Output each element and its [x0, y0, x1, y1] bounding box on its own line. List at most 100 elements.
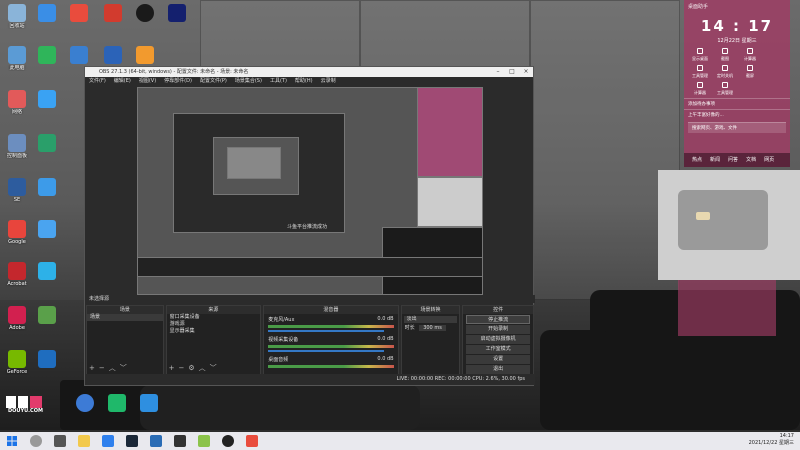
duration-input[interactable]: 300 ms	[419, 325, 446, 331]
desktop-icon[interactable]	[32, 220, 62, 238]
stop-streaming-button[interactable]: 停止推流	[466, 315, 530, 324]
task-view-icon[interactable]	[54, 435, 66, 447]
close-icon[interactable]: ×	[519, 67, 533, 77]
desktop-icon[interactable]: Google	[2, 220, 32, 245]
desktop-assistant-panel[interactable]: 桌面助手 14 : 17 12月22日 星期三 显示桌面 截图 计算器 工具管理…	[684, 0, 790, 153]
app-icon	[140, 394, 158, 412]
sources-dock[interactable]: 来源 窗口采集设备 游戏源 显示器采集 +−⚙︿﹀	[165, 305, 262, 375]
todo-line[interactable]: 添加待办事项	[684, 98, 790, 109]
scene-item[interactable]: 场景	[87, 314, 163, 321]
desktop-icon[interactable]	[98, 46, 128, 64]
menu-tools[interactable]: 工具(T)	[270, 77, 287, 86]
source-item[interactable]: 窗口采集设备	[167, 314, 261, 321]
desktop-icon[interactable]	[32, 90, 62, 108]
news-tab[interactable]: 新闻	[710, 156, 720, 164]
desktop-icon[interactable]	[32, 262, 62, 280]
tool-item[interactable]: 定时关机	[713, 65, 737, 79]
desktop-icon[interactable]	[32, 134, 62, 152]
tool-item[interactable]: 截图	[713, 48, 737, 62]
desktop-icon[interactable]	[70, 394, 100, 412]
tool-item[interactable]: 工具管理	[713, 82, 737, 96]
menu-docks[interactable]: 停靠部件(D)	[164, 77, 192, 86]
tool-item[interactable]: 计算器	[688, 82, 712, 96]
todo-item[interactable]: 上午丰富好像的...	[684, 109, 790, 120]
file-explorer-icon[interactable]	[78, 435, 90, 447]
tool-item[interactable]: 显示桌面	[688, 48, 712, 62]
controls-dock[interactable]: 控件 停止推流 开始录制 启动虚拟摄像机 工作室模式 设置 退出	[462, 305, 534, 375]
settings-button[interactable]: 设置	[466, 355, 530, 364]
desktop-icon[interactable]	[130, 46, 160, 64]
source-item[interactable]: 显示器采集	[167, 328, 261, 335]
desktop-icon[interactable]	[102, 394, 132, 412]
tool-item[interactable]: 工具管理	[688, 65, 712, 79]
desktop-icon[interactable]: GeForce	[2, 350, 32, 375]
desktop-icon[interactable]: Adobe	[2, 306, 32, 331]
exit-button[interactable]: 退出	[466, 365, 530, 374]
duration-row[interactable]: 时长 300 ms	[402, 325, 460, 332]
start-recording-button[interactable]: 开始录制	[466, 325, 530, 334]
desktop-icon[interactable]	[98, 4, 128, 22]
app-icon	[38, 90, 56, 108]
mixer-dock[interactable]: 混音器 麦克风/Aux 0.0 dB 视频采集设备 0.0 dB 桌面音频 0.…	[263, 305, 399, 375]
computer-icon	[8, 46, 26, 64]
virtual-camera-button[interactable]: 启动虚拟摄像机	[466, 335, 530, 344]
scenes-toolbar[interactable]: +−︿﹀	[89, 363, 131, 373]
scenes-dock[interactable]: 场景 场景 +−︿﹀	[86, 305, 164, 375]
desktop-icon[interactable]	[64, 46, 94, 64]
maximize-icon[interactable]: □	[505, 67, 519, 77]
menu-help[interactable]: 帮助(H)	[295, 77, 313, 86]
news-tab[interactable]: 问答	[728, 156, 738, 164]
windows-start-icon[interactable]	[6, 435, 18, 447]
sources-toolbar[interactable]: +−⚙︿﹀	[169, 363, 221, 373]
obs-window[interactable]: OBS 27.1.3 (64-bit, windows) - 配置文件: 未命名…	[84, 66, 535, 386]
desktop-icon[interactable]: 回收站	[2, 4, 32, 29]
screenshot-icon	[722, 48, 728, 54]
studio-mode-button[interactable]: 工作室模式	[466, 345, 530, 354]
app-icon[interactable]	[150, 435, 162, 447]
desktop-icon[interactable]	[134, 394, 164, 412]
app-icon[interactable]	[198, 435, 210, 447]
desktop-icon[interactable]	[130, 4, 160, 22]
transitions-dock[interactable]: 场景转换 淡出 时长 300 ms	[400, 305, 461, 375]
app-icon[interactable]	[174, 435, 186, 447]
menu-scene-collection[interactable]: 场景集合(S)	[235, 77, 262, 86]
volume-slider[interactable]	[268, 350, 384, 352]
desktop-icon[interactable]: 网络	[2, 90, 32, 115]
news-tab[interactable]: 文档	[746, 156, 756, 164]
desktop-icon[interactable]: Acrobat	[2, 262, 32, 287]
news-tab[interactable]: 网页	[764, 156, 774, 164]
menu-profile[interactable]: 配置文件(P)	[200, 77, 227, 86]
desktop-icon[interactable]	[162, 4, 192, 22]
volume-slider[interactable]	[268, 330, 384, 332]
menu-cloud-record[interactable]: 云录制	[321, 77, 336, 86]
desktop-icon[interactable]: SE	[2, 178, 32, 203]
steam-icon[interactable]	[126, 435, 138, 447]
app-icon	[38, 46, 56, 64]
obs-icon[interactable]	[222, 435, 234, 447]
desktop-icon[interactable]	[32, 4, 62, 22]
desktop-icon[interactable]	[32, 178, 62, 196]
panel-search-input[interactable]: 搜索网页、游戏、文件	[688, 122, 786, 133]
desktop-icon[interactable]	[32, 350, 62, 368]
menu-view[interactable]: 视图(V)	[139, 77, 156, 86]
news-tab[interactable]: 热点	[692, 156, 702, 164]
source-item[interactable]: 游戏源	[167, 321, 261, 328]
system-tray-clock[interactable]: 14:17 2021/12/22 星期三	[749, 433, 794, 447]
search-icon[interactable]	[30, 435, 42, 447]
tool-item[interactable]: 截屏	[738, 65, 762, 79]
desktop-icon[interactable]: 此电脑	[2, 46, 32, 71]
transition-select[interactable]: 淡出	[403, 316, 458, 323]
app-icon[interactable]	[102, 435, 114, 447]
desktop-icon[interactable]	[32, 306, 62, 324]
tool-item[interactable]: 计算器	[738, 48, 762, 62]
controls-title: 控件	[463, 306, 533, 314]
menu-edit[interactable]: 编辑(E)	[114, 77, 131, 86]
app-icon[interactable]	[246, 435, 258, 447]
desktop-icon[interactable]	[32, 46, 62, 64]
obs-titlebar[interactable]: OBS 27.1.3 (64-bit, windows) - 配置文件: 未命名…	[85, 67, 533, 77]
minimize-icon[interactable]: –	[491, 67, 505, 77]
obs-preview[interactable]: 斗鱼平台推流成功	[137, 87, 483, 295]
menu-file[interactable]: 文件(F)	[89, 77, 106, 86]
desktop-icon[interactable]	[64, 4, 94, 22]
desktop-icon[interactable]: 控制面板	[2, 134, 32, 159]
